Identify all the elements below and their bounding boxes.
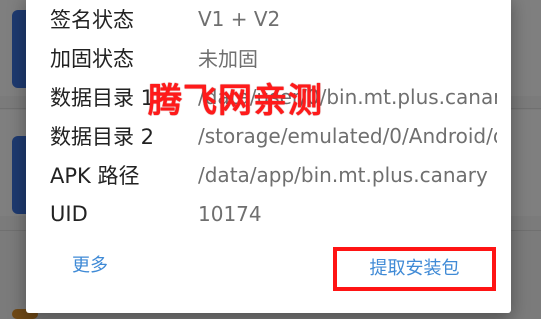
detail-value: V1 + V2: [198, 6, 281, 31]
detail-label: APK 路径: [50, 163, 140, 188]
detail-row-signature: 签名状态 V1 + V2: [50, 0, 497, 38]
detail-row-hardening: 加固状态 未加固: [50, 38, 497, 77]
detail-value: 10174: [198, 201, 262, 226]
detail-label: 加固状态: [50, 46, 134, 71]
detail-label: 签名状态: [50, 7, 134, 32]
more-button[interactable]: 更多: [58, 244, 122, 288]
detail-row-apk-path[interactable]: APK 路径 /data/app/bin.mt.plus.canary: [50, 155, 497, 194]
detail-row-uid: UID 10174: [50, 194, 497, 233]
detail-value[interactable]: /storage/emulated/0/Android/data/bin.mt.…: [198, 124, 497, 148]
app-details-dialog: 签名状态 V1 + V2 加固状态 未加固 数据目录 1 /data/user/…: [26, 0, 511, 313]
dialog-actions: 更多 提取安装包: [26, 244, 511, 294]
watermark-overlay: 腾飞网亲测: [148, 81, 323, 121]
detail-value: 未加固: [198, 47, 258, 71]
detail-label: 数据目录 2: [50, 124, 155, 149]
detail-label: UID: [50, 201, 88, 226]
detail-value[interactable]: /data/app/bin.mt.plus.canary: [198, 163, 497, 187]
extract-apk-button[interactable]: 提取安装包: [333, 247, 496, 291]
